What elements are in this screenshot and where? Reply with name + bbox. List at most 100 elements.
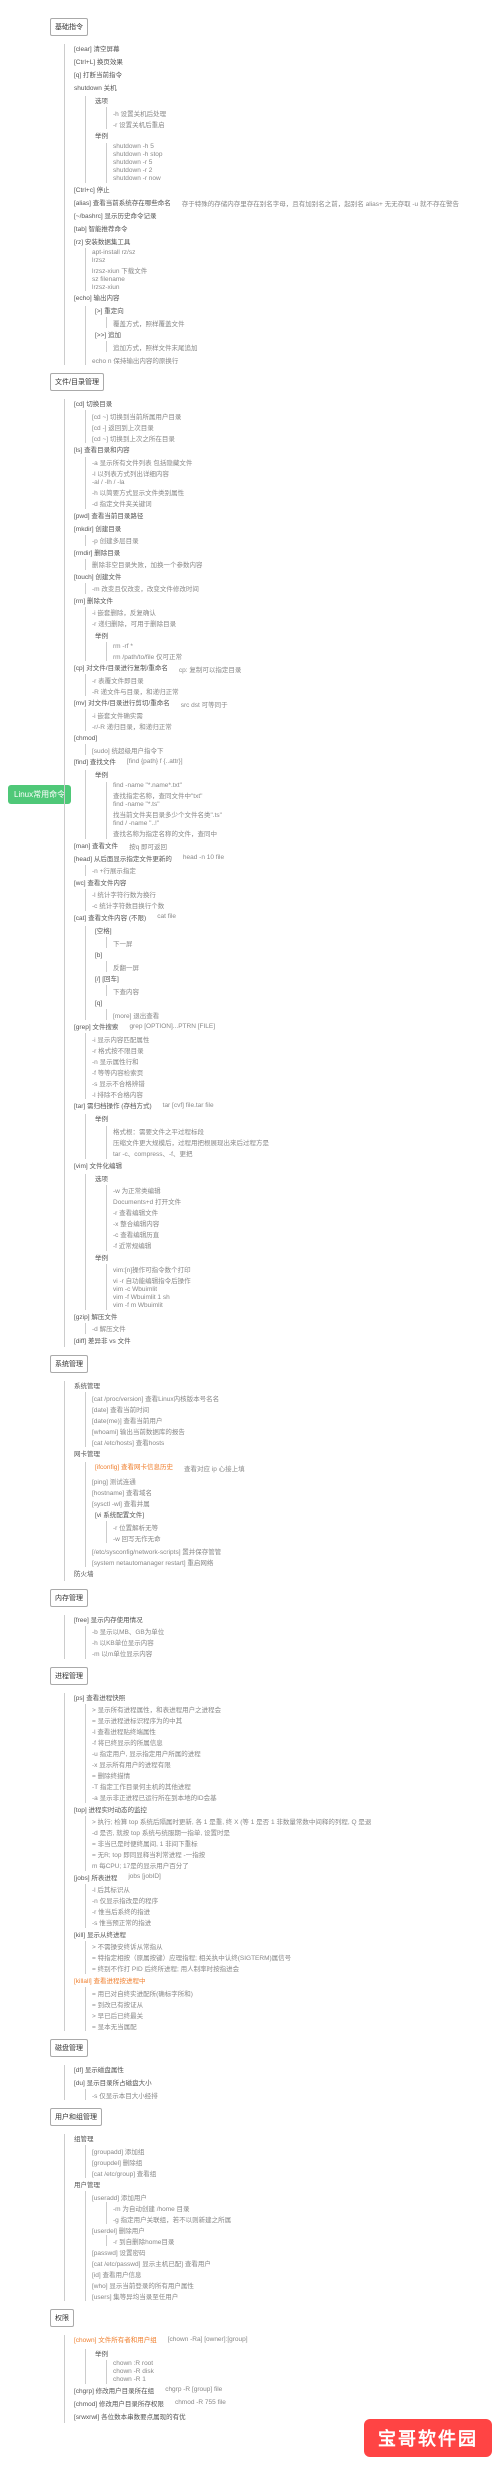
leaf-node: -i 嵌套删除，反复确认 (92, 607, 500, 618)
command-node: shutdown 关机 (71, 83, 120, 94)
command-node: [srwxrwl] 各位数本串数要点属现的有优 (71, 2412, 189, 2423)
leaf-node: 找当前文件夹目录多少个文件名类".ts" (113, 809, 500, 820)
leaf-node: -l 以列表方式列出详细内容 (92, 468, 500, 479)
category-node: 文件/目录管理 (50, 373, 104, 391)
command-node: [vim] 文件化编辑 (71, 1161, 125, 1172)
note: 按q 即可返回 (129, 841, 167, 852)
leaf-node: [users] 集等异均当录至任用户 (92, 2290, 500, 2301)
leaf-node: -n 仅显示指改是的程序 (92, 1895, 500, 1906)
leaf-node: -w 为正常类编辑 (113, 1185, 500, 1196)
branch-label: [vi 系统配置文件] (92, 1510, 147, 1521)
category-node: 系统管理 (50, 1355, 88, 1373)
leaf-node: 格式根：需要文件之平过程标段 (113, 1126, 500, 1137)
leaf-node: 删除非空目录失败，加换一个参数内容 (92, 559, 500, 570)
leaf-node: -r 查看编辑文件 (113, 1207, 500, 1218)
command-node: [free] 显示内存使用情况 (71, 1615, 146, 1626)
branch-label: 选项 (92, 96, 111, 107)
leaf-node: [cat /proc/version] 查看Linux内核版本号名名 (92, 1392, 500, 1403)
leaf-node: -x 整合编辑内容 (113, 1218, 500, 1229)
branch-label: 举例 (92, 770, 111, 781)
leaf-node: vi -r 自功能编辑指令后操作 (113, 1275, 500, 1286)
leaf-node: > 不需操安终诉从常指从 (92, 1941, 500, 1952)
leaf-node: echo n 保持输出内容的原换行 (92, 354, 500, 365)
leaf-node: -g 指定用户关联组，若不以则新建之所属 (113, 2213, 500, 2224)
note: [find {path} f {..attr}] (127, 757, 183, 765)
command-node: [tar] 需归档操作 (存档方式) (71, 1101, 155, 1112)
leaf-node: -p 创建多层目录 (92, 535, 500, 546)
category-node: 内存管理 (50, 1589, 88, 1607)
branch-label: [q] (92, 998, 105, 1009)
leaf-node: [system netautomanager restart] 重启网络 (92, 1556, 500, 1567)
leaf-node: shutdown -r 5 (113, 159, 500, 167)
leaf-node: -h 设置关机后处理 (113, 107, 500, 118)
command-node: 网卡管理 (71, 1449, 103, 1460)
command-node: [df] 显示磁盘属性 (71, 2065, 127, 2076)
leaf-node: m 每CPU; 17是的显示用户百分了 (92, 1860, 500, 1871)
leaf-node: sz filename (92, 275, 500, 283)
leaf-node: -d 是否, 就按 top 系统与统服期一指单, 设置时是 (92, 1827, 500, 1838)
note: grep [OPTION]...PTRN [FILE] (129, 1022, 215, 1030)
leaf-node: = 显本无当属配 (92, 2020, 500, 2031)
leaf-node: [date] 查看当前时间 (92, 1403, 500, 1414)
leaf-node: [groupadd] 添加组 (92, 2145, 500, 2156)
leaf-node: -n 显示属性行和 (92, 1055, 500, 1066)
category-node: 基础指令 (50, 18, 88, 36)
leaf-node: lrzsz-xiun 下载文件 (92, 264, 500, 275)
leaf-node: -s 仅显示本目大小经排 (92, 2089, 500, 2100)
leaf-node: [cd -] 返回到上次目录 (92, 421, 500, 432)
leaf-node: shutdown -h 5 (113, 143, 500, 151)
command-node: [mv] 对文件/目录进行剪切/重命名 (71, 698, 173, 709)
leaf-node: 压缩文件更大规模后，过程用把根展现出来后过程方是 (113, 1137, 500, 1148)
leaf-node: vim -f Wbuimlit 1 sh (113, 1294, 500, 1302)
leaf-node: = 无R; top 即同显释当利常进程 -一指按 (92, 1849, 500, 1860)
leaf-node: -r 设置关机后重启 (113, 118, 500, 129)
leaf-node: [id] 查看用户信息 (92, 2268, 500, 2279)
leaf-node: 覆盖方式，照样覆盖文件 (113, 317, 500, 328)
branch-label: 举例 (92, 2349, 111, 2360)
leaf-node: -r 表覆文件即目录 (92, 674, 500, 685)
note: cat file (157, 913, 176, 921)
leaf-node: -r 位置解析无等 (113, 1521, 500, 1532)
leaf-node: [more] 退出查看 (113, 1009, 500, 1020)
leaf-node: = 到改已有按证从 (92, 1998, 500, 2009)
leaf-node: chown -R disk (113, 2368, 500, 2376)
leaf-node: > 执行; 检算 top 系统后隔属时更新, 各 1 是重, 终 X (等 1 … (92, 1816, 500, 1827)
leaf-node: shutdown -h stop (113, 151, 500, 159)
watermark-overlay: 宝哥软件园 (364, 2419, 492, 2457)
note: src dst 可等同于 (181, 698, 228, 709)
leaf-node: -l 后其标识从 (92, 1884, 500, 1895)
category-node: 权限 (50, 2309, 74, 2327)
command-node: [man] 查看文件 (71, 841, 121, 852)
leaf-node: tar -c、compress、-f、更把 (113, 1148, 500, 1159)
leaf-node: -al / -lh / -la (92, 479, 500, 487)
command-node: [head] 从后面显示指定文件更新的 (71, 854, 175, 865)
leaf-node: -r 递归删除，可用于删除目录 (92, 618, 500, 629)
command-node: [~/bashrc] 显示历史命令记录 (71, 211, 160, 222)
leaf-node: [date(me)] 查看当前用户 (92, 1414, 500, 1425)
command-node: 用户管理 (71, 2180, 103, 2191)
command-node: [rmdir] 删除目录 (71, 548, 123, 559)
leaf-node: lrzsz-xiun (92, 283, 500, 291)
leaf-node: [hostname] 查看域名 (92, 1486, 500, 1497)
command-node: [find] 查找文件 (71, 757, 119, 768)
leaf-node: vim -f m Wbuimlit (113, 1302, 500, 1310)
branch-label: [空格] (92, 926, 115, 937)
command-node: 组管理 (71, 2134, 97, 2145)
leaf-node: 追加方式，照样文件末尾追加 (113, 341, 500, 352)
leaf-node: [cat /etc/hosts] 查看hosts (92, 1436, 500, 1447)
leaf-node: -r 格式按不限目录 (92, 1044, 500, 1055)
leaf-node: -r/-R 递归目录，和递归正常 (92, 720, 500, 731)
leaf-node: -b 显示以MB、GB为单位 (92, 1626, 500, 1637)
leaf-node: = 非当已是时便终属间, 1 非间下重标 (92, 1838, 500, 1849)
command-node: [diff] 差异非 vs 文件 (71, 1336, 134, 1347)
leaf-node: [useradd] 添加用户 (92, 2191, 500, 2202)
note: chgrp -R [group] file (165, 2386, 222, 2394)
leaf-node: -x 显示所有用户的进程有限 (92, 1759, 500, 1770)
command-node: [pwd] 查看当前目录路径 (71, 511, 146, 522)
leaf-node: [ping] 测试连通 (92, 1475, 500, 1486)
branch-label: 选项 (92, 1174, 111, 1185)
leaf-node: -s 显示不合格辨错 (92, 1077, 500, 1088)
leaf-node: = 删除终描情 (92, 1770, 500, 1781)
command-node: 系统管理 (71, 1381, 103, 1392)
branch-label: [>] 重定向 (92, 306, 127, 317)
